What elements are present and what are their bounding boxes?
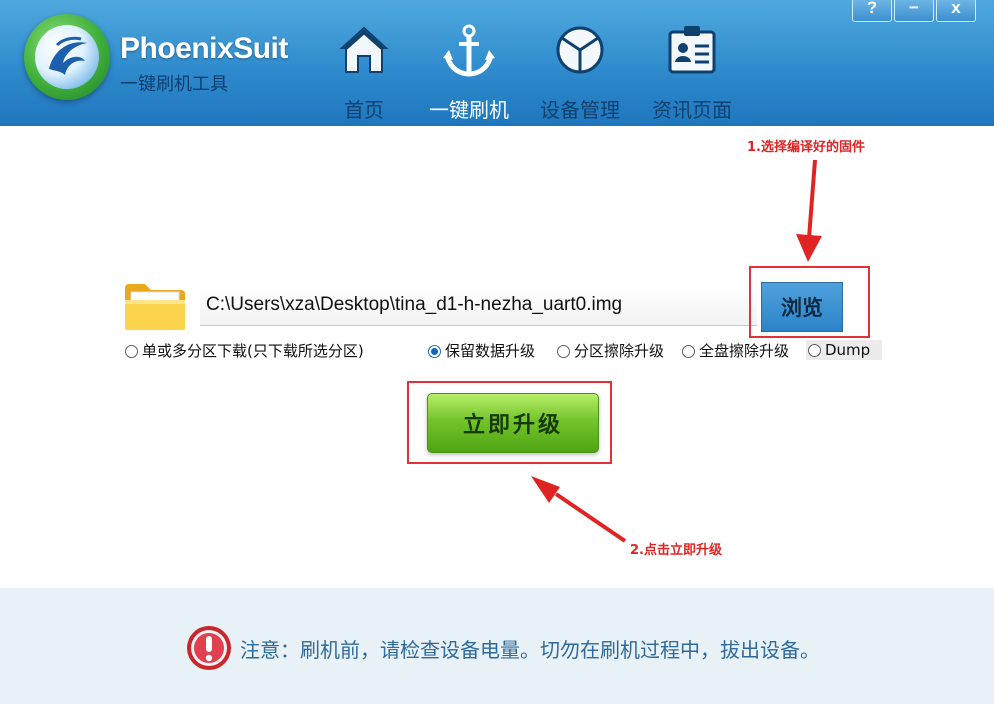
footer-warning-text: 注意：刷机前，请检查设备电量。切勿在刷机过程中，拔出设备。 (240, 638, 820, 662)
warning-icon (187, 626, 231, 670)
arrow-to-upgrade-icon (531, 476, 627, 543)
arrow-to-browse-icon (796, 159, 822, 262)
